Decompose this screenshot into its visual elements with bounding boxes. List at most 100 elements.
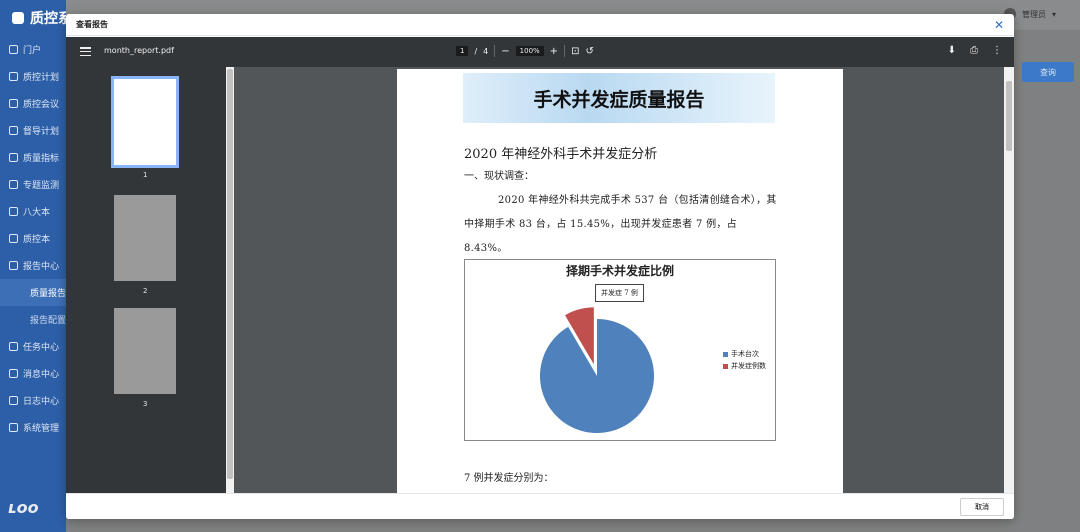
sidebar-item[interactable]: 质控本 [0, 225, 66, 252]
menu-item-icon [9, 99, 18, 108]
main-scrollbar[interactable] [1004, 67, 1014, 493]
sidebar-item[interactable]: 督导计划 [0, 117, 66, 144]
download-icon[interactable]: ⬇ [948, 45, 956, 56]
page-controls: 1 / 4 − 100% + ⊡ ↺ [456, 45, 594, 57]
section-heading: 2020 年神经外科手术并发症分析 [464, 147, 658, 162]
sidebar-item-label: 八大本 [23, 208, 51, 218]
thumbnail-scroll-thumb[interactable] [227, 69, 233, 479]
user-name[interactable]: 管理员 [1022, 9, 1046, 20]
report-modal: 查看报告 ✕ month_report.pdf 1 / 4 − 100% + ⊡… [66, 14, 1014, 519]
pie-slice-surgeries [540, 319, 654, 433]
page-thumbnail[interactable] [114, 308, 176, 394]
report-banner: 手术并发症质量报告 [463, 73, 775, 123]
modal-title: 查看报告 [76, 20, 108, 29]
page-thumbnail[interactable] [114, 195, 176, 281]
pie-chart: 择期手术并发症比例 并发症 7 例 手术台次 并发症例数 [464, 259, 776, 441]
sidebar: 质控系统 门户 质控计划 质控会议 督导计划 质量指标 专题监测 八大本 质控本 报告中心 质量报… [0, 0, 86, 532]
menu-item-icon [9, 126, 18, 135]
pdf-viewer: month_report.pdf 1 / 4 − 100% + ⊡ ↺ ⬇ ⎙ … [66, 37, 1014, 493]
sidebar-item[interactable]: 八大本 [0, 198, 66, 225]
legend-label: 并发症例数 [731, 362, 766, 370]
menu-item-icon [9, 423, 18, 432]
menu-item-icon [9, 45, 18, 54]
zoom-in-icon[interactable]: + [550, 46, 558, 57]
watermark: ʟᴏᴏ [8, 498, 39, 517]
paragraph: 2020 年神经外科共完成手术 537 台（包括清创缝合术），其中择期手术 83… [464, 195, 777, 254]
total-pages: 4 [483, 46, 489, 56]
legend-item: 并发症例数 [723, 360, 766, 372]
current-page-input[interactable]: 1 [456, 46, 469, 56]
menu-item-icon [9, 234, 18, 243]
sidebar-item[interactable]: 系统管理 [0, 414, 66, 441]
page-thumbnail[interactable] [111, 76, 179, 168]
divider [494, 45, 496, 57]
sidebar-item-label: 报告中心 [23, 262, 60, 272]
thumbnail-panel: 1 2 3 [66, 67, 226, 493]
sidebar-item[interactable]: 报告中心 [0, 252, 66, 279]
zoom-input[interactable]: 100% [515, 46, 544, 56]
menu-item-icon [9, 396, 18, 405]
legend-swatch [723, 351, 728, 357]
legend-item: 手术台次 [723, 348, 766, 360]
menu-item-icon [9, 180, 18, 189]
page-separator: / [474, 46, 478, 56]
menu-item-icon [9, 342, 18, 351]
menu-item-icon [9, 153, 18, 162]
sidebar-item-label: 系统管理 [23, 424, 60, 434]
sidebar-item[interactable]: 质控会议 [0, 90, 66, 117]
file-name: month_report.pdf [104, 46, 174, 55]
pdf-toolbar: month_report.pdf 1 / 4 − 100% + ⊡ ↺ ⬇ ⎙ … [66, 37, 1014, 67]
sidebar-subitem[interactable]: 质量报告 [0, 279, 66, 306]
menu-item-icon [9, 72, 18, 81]
modal-header: 查看报告 ✕ [66, 14, 1014, 36]
sidebar-item[interactable]: 质量指标 [0, 144, 66, 171]
divider [564, 45, 566, 57]
menu-icon[interactable] [80, 47, 91, 56]
pdf-page: 手术并发症质量报告 2020 年神经外科手术并发症分析 一、现状调查： 2020… [397, 69, 843, 493]
sidebar-menu: 门户质控计划质控会议督导计划质量指标专题监测八大本质控本报告中心质量报告报告配置… [0, 36, 66, 441]
menu-item-icon [9, 369, 18, 378]
sidebar-item[interactable]: 日志中心 [0, 387, 66, 414]
chart-legend: 手术台次 并发症例数 [723, 348, 766, 372]
chevron-down-icon[interactable]: ▾ [1052, 10, 1056, 19]
chart-annotation: 并发症 7 例 [595, 284, 644, 302]
sidebar-item-label: 门户 [23, 46, 42, 56]
legend-label: 手术台次 [731, 350, 759, 358]
paragraph-tail: 7 例并发症分别为： [464, 473, 554, 484]
sidebar-item[interactable]: 消息中心 [0, 360, 66, 387]
menu-item-icon [9, 261, 18, 270]
sidebar-item-label: 质控会议 [23, 100, 60, 110]
main-scroll-thumb[interactable] [1006, 81, 1012, 151]
sidebar-item-label: 报告配置 [30, 316, 67, 326]
legend-swatch [723, 363, 728, 369]
sidebar-item-label: 质控计划 [23, 73, 60, 83]
sidebar-item-label: 日志中心 [23, 397, 60, 407]
toolbar-actions: ⬇ ⎙ ⋮ [948, 45, 1002, 56]
sidebar-item[interactable]: 质控计划 [0, 63, 66, 90]
sidebar-item[interactable]: 门户 [0, 36, 66, 63]
report-title: 手术并发症质量报告 [533, 88, 705, 111]
sidebar-item-label: 督导计划 [23, 127, 60, 137]
thumbnail-number: 1 [143, 171, 148, 179]
sidebar-item-label: 消息中心 [23, 370, 60, 380]
modal-footer: 取消 [66, 493, 1014, 519]
query-button[interactable]: 查询 [1022, 62, 1074, 82]
watermark-logo-icon: ʟᴏᴏ [8, 498, 39, 517]
zoom-out-icon[interactable]: − [501, 46, 509, 57]
rotate-icon[interactable]: ↺ [585, 46, 593, 57]
thumbnail-scrollbar[interactable] [226, 67, 234, 493]
more-options-icon[interactable]: ⋮ [992, 45, 1002, 56]
sidebar-item-label: 专题监测 [23, 181, 60, 191]
sidebar-item[interactable]: 任务中心 [0, 333, 66, 360]
sidebar-item-label: 任务中心 [23, 343, 60, 353]
fit-page-icon[interactable]: ⊡ [571, 46, 579, 57]
close-icon[interactable]: ✕ [994, 18, 1004, 32]
sidebar-item-label: 质量报告 [30, 289, 67, 299]
sidebar-subitem[interactable]: 报告配置 [0, 306, 66, 333]
cancel-button[interactable]: 取消 [960, 498, 1004, 516]
subsection-heading: 一、现状调查： [464, 171, 534, 182]
sidebar-item-label: 质量指标 [23, 154, 60, 164]
sidebar-item-label: 质控本 [23, 235, 51, 245]
print-icon[interactable]: ⎙ [970, 45, 978, 56]
sidebar-item[interactable]: 专题监测 [0, 171, 66, 198]
